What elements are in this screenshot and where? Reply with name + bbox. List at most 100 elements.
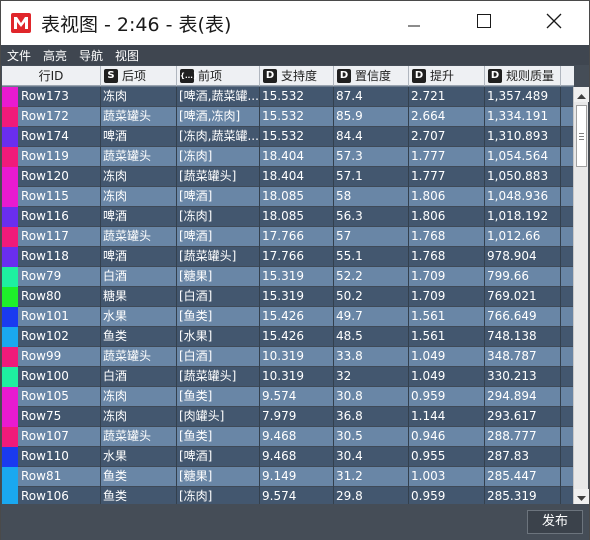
rule-quality-cell[interactable]: 1,018.192 <box>485 207 561 227</box>
confidence-cell[interactable]: 57.1 <box>334 167 409 187</box>
table-row[interactable]: Row110 水果 [啤酒] 9.468 30.4 0.955 287.83 <box>2 447 574 467</box>
lift-cell[interactable]: 1.003 <box>409 467 485 487</box>
consequent-cell[interactable]: 冻肉 <box>101 407 177 427</box>
rule-quality-cell[interactable]: 1,048.936 <box>485 187 561 207</box>
row-id-cell[interactable]: Row118 <box>2 247 101 267</box>
consequent-cell[interactable]: 白酒 <box>101 267 177 287</box>
consequent-cell[interactable]: 蔬菜罐头 <box>101 147 177 167</box>
rule-quality-cell[interactable]: 1,012.66 <box>485 227 561 247</box>
confidence-cell[interactable]: 58 <box>334 187 409 207</box>
row-id-cell[interactable]: Row79 <box>2 267 101 287</box>
column-header-rule-quality[interactable]: D 规则质量 <box>485 66 561 86</box>
confidence-cell[interactable]: 36.8 <box>334 407 409 427</box>
support-cell[interactable]: 15.532 <box>260 127 334 147</box>
table-row[interactable]: Row118 啤酒 [蔬菜罐头] 17.766 55.1 1.768 978.904 <box>2 247 574 267</box>
antecedent-cell[interactable]: [啤酒] <box>177 227 260 247</box>
confidence-cell[interactable]: 55.1 <box>334 247 409 267</box>
scroll-up-button[interactable] <box>574 87 589 102</box>
antecedent-cell[interactable]: [糖果] <box>177 467 260 487</box>
row-id-cell[interactable]: Row106 <box>2 487 101 504</box>
row-id-cell[interactable]: Row99 <box>2 347 101 367</box>
antecedent-cell[interactable]: [啤酒,冻肉] <box>177 107 260 127</box>
support-cell[interactable]: 15.532 <box>260 107 334 127</box>
minimize-button[interactable] <box>391 1 437 45</box>
confidence-cell[interactable]: 56.3 <box>334 207 409 227</box>
confidence-cell[interactable]: 50.2 <box>334 287 409 307</box>
row-id-cell[interactable]: Row173 <box>2 87 101 107</box>
rule-quality-cell[interactable]: 1,310.893 <box>485 127 561 147</box>
support-cell[interactable]: 9.149 <box>260 467 334 487</box>
rule-quality-cell[interactable]: 1,050.883 <box>485 167 561 187</box>
title-bar[interactable]: 表视图 - 2:46 - 表(表) <box>1 1 589 45</box>
support-cell[interactable]: 9.468 <box>260 447 334 467</box>
column-header-lift[interactable]: D 提升 <box>409 66 485 86</box>
row-id-cell[interactable]: Row174 <box>2 127 101 147</box>
consequent-cell[interactable]: 啤酒 <box>101 207 177 227</box>
lift-cell[interactable]: 1.049 <box>409 347 485 367</box>
consequent-cell[interactable]: 蔬菜罐头 <box>101 427 177 447</box>
row-id-cell[interactable]: Row172 <box>2 107 101 127</box>
rule-quality-cell[interactable]: 748.138 <box>485 327 561 347</box>
consequent-cell[interactable]: 冻肉 <box>101 387 177 407</box>
lift-cell[interactable]: 1.144 <box>409 407 485 427</box>
column-header-antecedent[interactable]: {...}前项 <box>177 66 260 86</box>
rule-quality-cell[interactable]: 799.66 <box>485 267 561 287</box>
support-cell[interactable]: 15.319 <box>260 287 334 307</box>
antecedent-cell[interactable]: [鱼类] <box>177 427 260 447</box>
confidence-cell[interactable]: 30.4 <box>334 447 409 467</box>
support-cell[interactable]: 17.766 <box>260 227 334 247</box>
row-id-cell[interactable]: Row110 <box>2 447 101 467</box>
lift-cell[interactable]: 0.955 <box>409 447 485 467</box>
support-cell[interactable]: 15.532 <box>260 87 334 107</box>
scrollbar-thumb[interactable] <box>576 105 587 167</box>
publish-button[interactable]: 发布 <box>527 510 583 534</box>
table-row[interactable]: Row173 冻肉 [啤酒,蔬菜罐... 15.532 87.4 2.721 1,357.4… <box>2 87 574 107</box>
consequent-cell[interactable]: 蔬菜罐头 <box>101 227 177 247</box>
consequent-cell[interactable]: 糖果 <box>101 287 177 307</box>
table-row[interactable]: Row101 水果 [鱼类] 15.426 49.7 1.561 766.649 <box>2 307 574 327</box>
support-cell[interactable]: 18.085 <box>260 187 334 207</box>
antecedent-cell[interactable]: [白酒] <box>177 347 260 367</box>
row-id-cell[interactable]: Row105 <box>2 387 101 407</box>
support-cell[interactable]: 10.319 <box>260 367 334 387</box>
consequent-cell[interactable]: 鱼类 <box>101 487 177 504</box>
lift-cell[interactable]: 1.709 <box>409 267 485 287</box>
antecedent-cell[interactable]: [鱼类] <box>177 307 260 327</box>
consequent-cell[interactable]: 啤酒 <box>101 247 177 267</box>
row-id-cell[interactable]: Row119 <box>2 147 101 167</box>
lift-cell[interactable]: 0.959 <box>409 487 485 504</box>
row-id-cell[interactable]: Row102 <box>2 327 101 347</box>
confidence-cell[interactable]: 31.2 <box>334 467 409 487</box>
column-header-row-id[interactable]: 行ID <box>2 66 101 86</box>
lift-cell[interactable]: 1.806 <box>409 207 485 227</box>
lift-cell[interactable]: 1.561 <box>409 307 485 327</box>
lift-cell[interactable]: 1.768 <box>409 227 485 247</box>
menu-view[interactable]: 视图 <box>115 47 139 64</box>
row-id-cell[interactable]: Row107 <box>2 427 101 447</box>
row-id-cell[interactable]: Row80 <box>2 287 101 307</box>
confidence-cell[interactable]: 48.5 <box>334 327 409 347</box>
consequent-cell[interactable]: 水果 <box>101 447 177 467</box>
table-row[interactable]: Row79 白酒 [糖果] 15.319 52.2 1.709 799.66 <box>2 267 574 287</box>
antecedent-cell[interactable]: [蔬菜罐头] <box>177 367 260 387</box>
table-row[interactable]: Row174 啤酒 [冻肉,蔬菜罐... 15.532 84.4 2.707 1,310.8… <box>2 127 574 147</box>
menu-highlight[interactable]: 高亮 <box>43 47 67 64</box>
table-row[interactable]: Row100 白酒 [蔬菜罐头] 10.319 32 1.049 330.213 <box>2 367 574 387</box>
consequent-cell[interactable]: 啤酒 <box>101 127 177 147</box>
confidence-cell[interactable]: 49.7 <box>334 307 409 327</box>
table-row[interactable]: Row120 冻肉 [蔬菜罐头] 18.404 57.1 1.777 1,050.883 <box>2 167 574 187</box>
maximize-button[interactable] <box>461 1 507 45</box>
rule-quality-cell[interactable]: 1,357.489 <box>485 87 561 107</box>
support-cell[interactable]: 15.426 <box>260 307 334 327</box>
rule-quality-cell[interactable]: 330.213 <box>485 367 561 387</box>
column-header-consequent[interactable]: S 后项 <box>101 66 177 86</box>
antecedent-cell[interactable]: [蔬菜罐头] <box>177 247 260 267</box>
confidence-cell[interactable]: 30.5 <box>334 427 409 447</box>
support-cell[interactable]: 18.085 <box>260 207 334 227</box>
antecedent-cell[interactable]: [冻肉] <box>177 147 260 167</box>
lift-cell[interactable]: 1.768 <box>409 247 485 267</box>
antecedent-cell[interactable]: [糖果] <box>177 267 260 287</box>
rule-quality-cell[interactable]: 293.617 <box>485 407 561 427</box>
confidence-cell[interactable]: 52.2 <box>334 267 409 287</box>
antecedent-cell[interactable]: [鱼类] <box>177 387 260 407</box>
